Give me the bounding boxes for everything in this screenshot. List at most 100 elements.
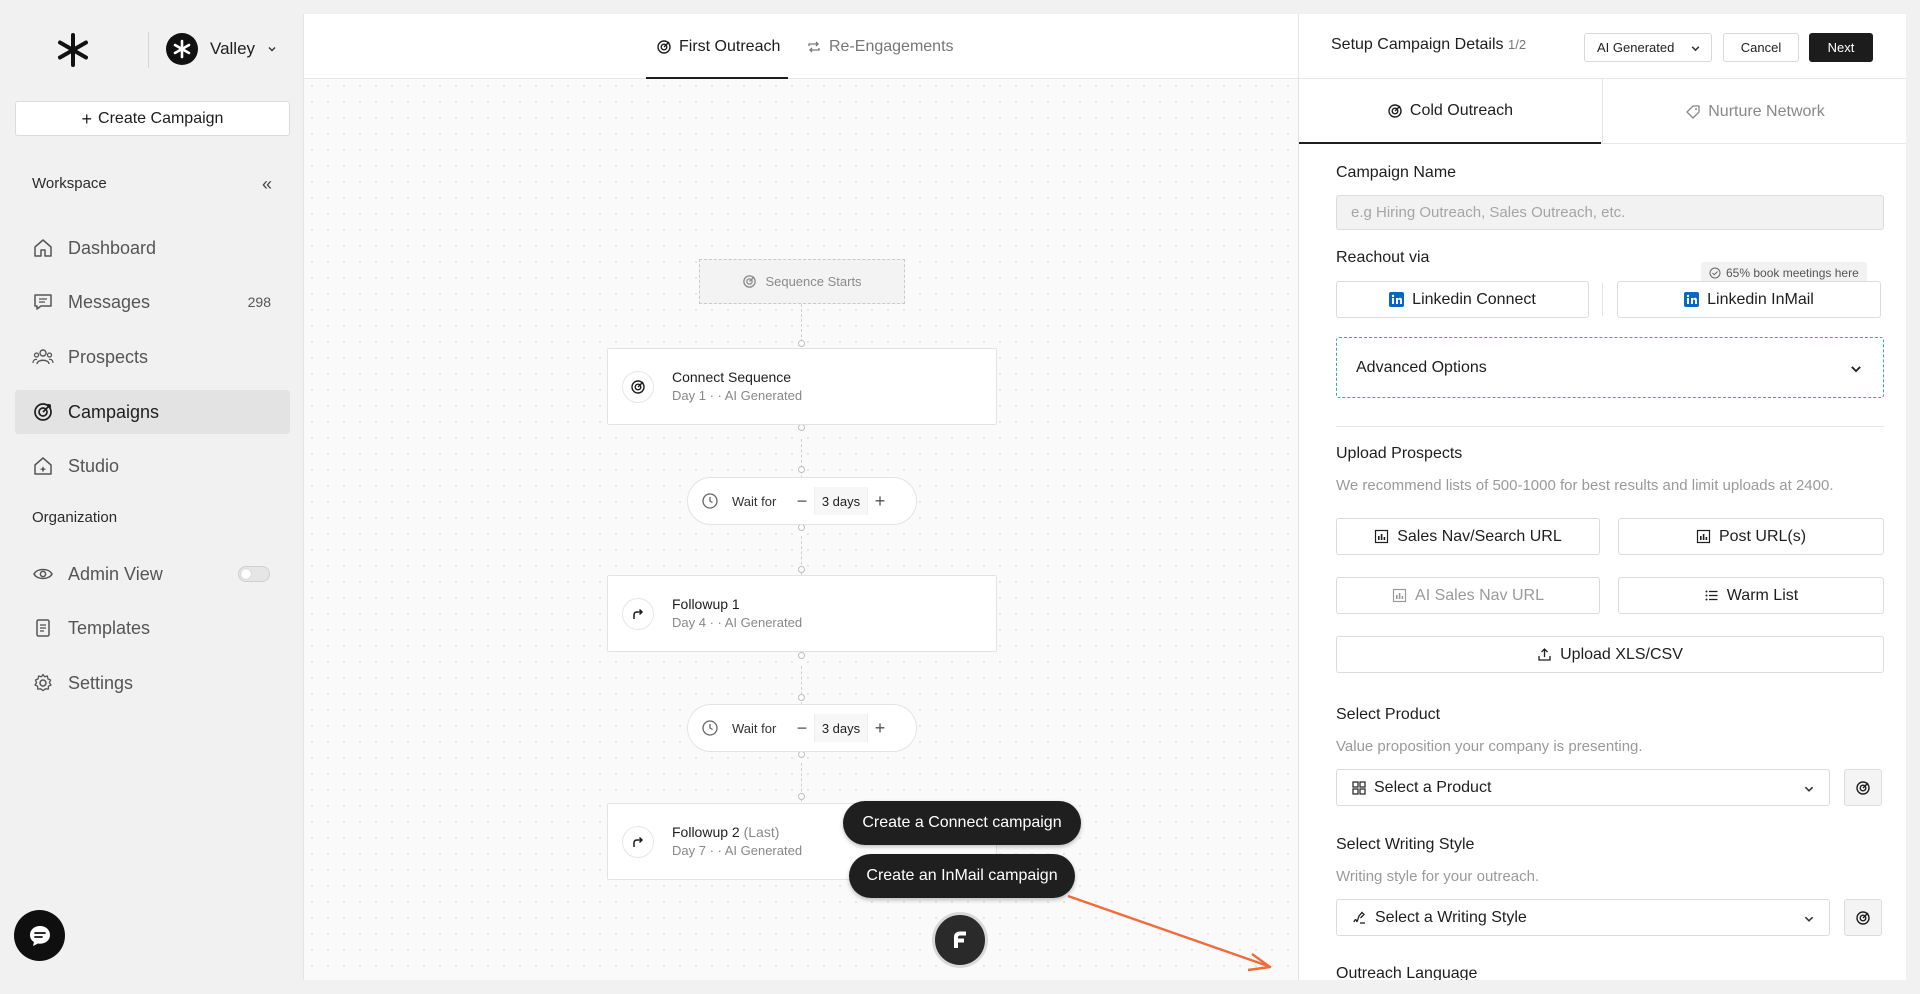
post-urls-label: Post URL(s) [1718, 527, 1807, 545]
app-logo-icon[interactable] [55, 32, 91, 68]
chevron-down-icon [1690, 43, 1701, 54]
chart-icon [1374, 529, 1389, 544]
campaign-name-input[interactable] [1336, 195, 1884, 230]
workspace-avatar [166, 33, 198, 65]
advanced-options-dropdown[interactable]: Advanced Options [1336, 337, 1884, 398]
linkedin-connect-button[interactable]: Linkedin Connect [1336, 281, 1589, 318]
warm-list-button[interactable]: Warm List [1618, 577, 1884, 614]
connector-dot [798, 652, 805, 659]
workspace-name: Valley [210, 39, 256, 58]
create-campaign-label: Create Campaign [98, 109, 224, 127]
next-button[interactable]: Next [1809, 33, 1873, 62]
panel-title: Setup Campaign Details 1/2 [1331, 36, 1526, 54]
sidebar-item-messages[interactable]: Messages 298 [15, 280, 290, 324]
tab-nurture-network[interactable]: Nurture Network [1602, 79, 1906, 144]
check-circle-icon [1709, 267, 1721, 279]
post-urls-button[interactable]: Post URL(s) [1618, 518, 1884, 555]
sidebar-item-campaigns[interactable]: Campaigns [15, 390, 290, 434]
product-select[interactable]: Select a Product [1336, 769, 1830, 806]
ai-sales-nav-url-label: AI Sales Nav URL [1415, 586, 1544, 604]
tab-label: First Outreach [679, 38, 781, 55]
forward-arrow-icon [622, 598, 654, 630]
linkedin-inmail-button[interactable]: Linkedin InMail [1617, 281, 1881, 318]
ai-sales-nav-url-button[interactable]: AI Sales Nav URL [1336, 577, 1600, 614]
writing-style-select-value: Select a Writing Style [1375, 908, 1527, 926]
wait-node: Wait for − 3 days + [687, 477, 917, 525]
connector-dot [798, 340, 805, 347]
step-title: Followup 1 [672, 596, 740, 612]
sidebar-item-settings[interactable]: Settings [15, 661, 290, 705]
last-step-tag: (Last) [743, 824, 780, 840]
decrease-wait-button[interactable]: − [790, 718, 814, 739]
sidebar-item-label: Messages [68, 291, 151, 312]
upload-prospects-hint: We recommend lists of 500-1000 for best … [1336, 477, 1834, 494]
repeat-icon [806, 39, 822, 55]
create-campaign-button[interactable]: + Create Campaign [15, 101, 290, 136]
home-icon [32, 237, 54, 259]
sidebar-item-prospects[interactable]: Prospects [15, 335, 290, 379]
generation-mode-select[interactable]: AI Generated [1584, 33, 1712, 62]
sequence-canvas[interactable]: First Outreach Re-Engagements Sequence S… [303, 14, 1298, 980]
advanced-options-label: Advanced Options [1356, 358, 1487, 376]
edit-product-button[interactable] [1844, 769, 1882, 806]
tab-cold-outreach[interactable]: Cold Outreach [1299, 79, 1601, 144]
sidebar-item-dashboard[interactable]: Dashboard [15, 226, 290, 270]
sales-nav-url-label: Sales Nav/Search URL [1397, 527, 1562, 545]
support-chat-button[interactable] [14, 910, 65, 961]
sales-nav-url-button[interactable]: Sales Nav/Search URL [1336, 518, 1600, 555]
sidebar-item-label: Studio [68, 455, 120, 476]
organization-section-label: Organization [32, 509, 118, 526]
wait-label: Wait for [732, 493, 777, 509]
wait-label: Wait for [732, 720, 777, 736]
campaign-name-label: Campaign Name [1336, 164, 1457, 181]
workspace-switcher[interactable]: Valley [166, 33, 277, 65]
connector-dot [798, 424, 805, 431]
target-icon [32, 401, 54, 423]
tab-re-engagements[interactable]: Re-Engagements [806, 38, 954, 56]
sidebar-item-label: Admin View [68, 563, 163, 584]
sidebar-item-label: Settings [68, 672, 134, 693]
admin-view-toggle[interactable] [238, 566, 270, 582]
product-select-value: Select a Product [1374, 778, 1492, 796]
decrease-wait-button[interactable]: − [790, 491, 814, 512]
wait-node: Wait for − 3 days + [687, 704, 917, 752]
eye-icon [32, 563, 54, 585]
connector-dot [798, 751, 805, 758]
list-icon [1704, 588, 1719, 603]
reachout-divider [1602, 283, 1603, 316]
tab-first-outreach[interactable]: First Outreach [656, 38, 780, 56]
campaign-setup-panel: Setup Campaign Details 1/2 AI Generated … [1298, 14, 1906, 980]
increase-wait-button[interactable]: + [868, 491, 892, 512]
canvas-tab-bar: First Outreach Re-Engagements [304, 14, 1298, 79]
workspace-section-label: Workspace [32, 175, 107, 192]
create-inmail-campaign-button[interactable]: Create an InMail campaign [849, 854, 1075, 898]
assistant-fab-button[interactable] [932, 912, 988, 968]
section-divider [1336, 426, 1884, 427]
upload-file-button[interactable]: Upload XLS/CSV [1336, 636, 1884, 673]
step-connect-sequence[interactable]: Connect Sequence Day 1 · · AI Generated [607, 348, 997, 425]
sidebar-item-templates[interactable]: Templates [15, 606, 290, 650]
select-product-hint: Value proposition your company is presen… [1336, 738, 1643, 755]
studio-icon [32, 455, 54, 477]
writing-style-select[interactable]: Select a Writing Style [1336, 899, 1830, 936]
chat-bubble-icon [26, 922, 54, 950]
header-divider [148, 32, 149, 68]
chart-icon [1392, 588, 1407, 603]
step-title: Connect Sequence [672, 369, 792, 385]
step-title: Followup 2 (Last) [672, 824, 779, 840]
sidebar-item-studio[interactable]: Studio [15, 444, 290, 488]
edit-writing-style-button[interactable] [1844, 899, 1882, 936]
target-icon [742, 274, 757, 289]
step-followup-1[interactable]: Followup 1 Day 4 · · AI Generated [607, 575, 997, 652]
connector-dot [798, 524, 805, 531]
cancel-button[interactable]: Cancel [1723, 33, 1799, 62]
select-writing-style-hint: Writing style for your outreach. [1336, 868, 1540, 885]
signature-icon [1352, 910, 1367, 925]
connector-dot [798, 694, 805, 701]
collapse-sidebar-icon[interactable]: « [262, 174, 272, 195]
sidebar-item-admin-view[interactable]: Admin View [15, 552, 290, 596]
gear-icon [32, 672, 54, 694]
tag-icon [1685, 104, 1701, 120]
increase-wait-button[interactable]: + [868, 718, 892, 739]
create-connect-campaign-button[interactable]: Create a Connect campaign [843, 801, 1081, 845]
